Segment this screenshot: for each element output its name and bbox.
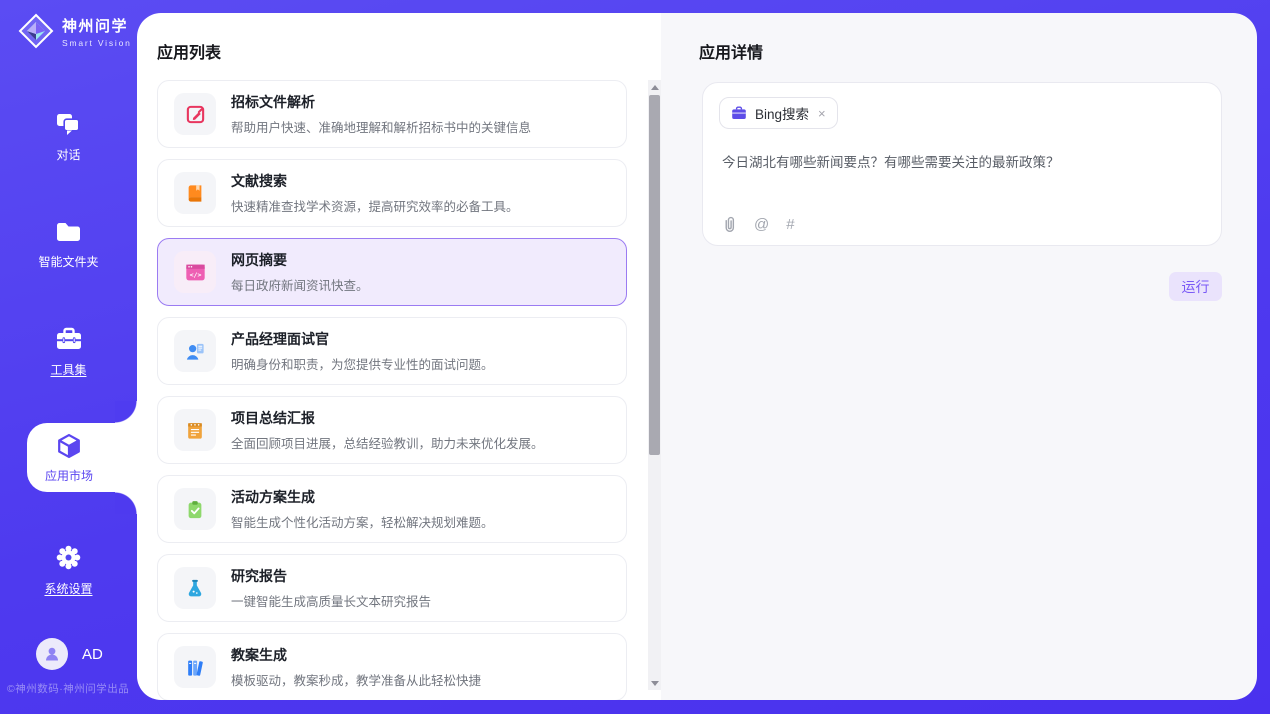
app-desc: 智能生成个性化活动方案，轻松解决规划难题。	[231, 512, 494, 531]
sidebar-item-settings[interactable]: 系统设置	[0, 544, 137, 597]
folder-icon	[55, 220, 82, 244]
tool-chip-bing-search[interactable]: Bing搜索 ×	[719, 97, 838, 129]
app-card-webpage-summary-selected[interactable]: </> 网页摘要 每日政府新闻资讯快查。	[157, 238, 627, 306]
icon-box	[174, 93, 216, 135]
app-title: 活动方案生成	[231, 487, 494, 507]
app-desc: 帮助用户快速、准确地理解和解析招标书中的关键信息	[231, 117, 531, 136]
app-card-lesson-plan[interactable]: 教案生成 模板驱动，教案秒成，教学准备从此轻松快捷	[157, 633, 627, 700]
paperclip-icon[interactable]	[722, 216, 737, 233]
icon-box	[174, 330, 216, 372]
gear-icon	[55, 544, 82, 571]
app-card-bid-document[interactable]: 招标文件解析 帮助用户快速、准确地理解和解析招标书中的关键信息	[157, 80, 627, 148]
notepad-icon	[185, 420, 205, 441]
webpage-code-icon: </>	[185, 263, 206, 282]
scrollbar-up-arrow[interactable]	[648, 80, 661, 94]
sidebar-item-label: 应用市场	[45, 467, 93, 484]
app-detail-title: 应用详情	[699, 39, 763, 63]
app-title: 教案生成	[231, 645, 481, 665]
icon-box	[174, 172, 216, 214]
scrollbar-down-arrow[interactable]	[648, 676, 661, 690]
app-card-event-plan[interactable]: 活动方案生成 智能生成个性化活动方案，轻松解决规划难题。	[157, 475, 627, 543]
app-desc: 明确身份和职责，为您提供专业性的面试问题。	[231, 354, 494, 373]
icon-box	[174, 646, 216, 688]
app-desc: 一键智能生成高质量长文本研究报告	[231, 591, 431, 610]
sidebar-item-smart-folder[interactable]: 智能文件夹	[0, 220, 137, 270]
cube-icon	[55, 432, 83, 460]
brand-title: 神州问学	[62, 15, 132, 36]
books-icon	[185, 657, 205, 678]
composer-toolbar: @ #	[722, 216, 795, 233]
content-frame: 应用列表 招标文件解析 帮助用户快速、准确地理解和解析招标书中的关键信息	[137, 13, 1257, 700]
app-title: 文献搜索	[231, 171, 519, 191]
app-desc: 全面回顾项目进展，总结经验教训，助力未来优化发展。	[231, 433, 544, 452]
app-desc: 模板驱动，教案秒成，教学准备从此轻松快捷	[231, 670, 481, 689]
app-card-project-summary[interactable]: 项目总结汇报 全面回顾项目进展，总结经验教训，助力未来优化发展。	[157, 396, 627, 464]
person-icon	[43, 645, 61, 663]
app-desc: 快速精准查找学术资源，提高研究效率的必备工具。	[231, 196, 519, 215]
app-desc: 每日政府新闻资讯快查。	[231, 275, 369, 294]
sidebar-item-toolset[interactable]: 工具集	[0, 327, 137, 378]
sidebar-item-label: 工具集	[0, 361, 137, 378]
app-list: 招标文件解析 帮助用户快速、准确地理解和解析招标书中的关键信息 文献搜索 快速精…	[157, 80, 627, 700]
brand-logo: 神州问学 Smart Vision	[18, 13, 132, 49]
app-title: 招标文件解析	[231, 92, 531, 112]
app-list-panel: 应用列表 招标文件解析 帮助用户快速、准确地理解和解析招标书中的关键信息	[137, 13, 661, 700]
icon-box	[174, 488, 216, 530]
sidebar: 神州问学 Smart Vision 对话 智能文件夹 工具集	[0, 0, 137, 700]
list-scrollbar[interactable]	[648, 80, 661, 690]
book-icon	[185, 183, 205, 204]
app-card-research-report[interactable]: 研究报告 一键智能生成高质量长文本研究报告	[157, 554, 627, 622]
brand-subtitle: Smart Vision	[62, 38, 132, 48]
sidebar-item-app-market-active[interactable]: 应用市场	[27, 423, 137, 492]
research-report-icon	[185, 578, 205, 599]
chat-icon	[55, 112, 82, 137]
interviewer-icon	[185, 341, 206, 362]
user-account[interactable]: AD	[36, 638, 103, 670]
svg-text:</>: </>	[189, 270, 201, 278]
app-title: 产品经理面试官	[231, 329, 494, 349]
sidebar-item-chat[interactable]: 对话	[0, 112, 137, 163]
app-card-pm-interviewer[interactable]: 产品经理面试官 明确身份和职责，为您提供专业性的面试问题。	[157, 317, 627, 385]
composer-card[interactable]: Bing搜索 × 今日湖北有哪些新闻要点？有哪些需要关注的最新政策？ @ #	[702, 82, 1222, 246]
sidebar-item-label: 对话	[0, 146, 137, 163]
app-title: 网页摘要	[231, 250, 369, 270]
run-button[interactable]: 运行	[1169, 272, 1222, 301]
edit-document-icon	[185, 104, 206, 125]
icon-box	[174, 409, 216, 451]
briefcase-icon	[731, 106, 747, 120]
app-title: 研究报告	[231, 566, 431, 586]
avatar	[36, 638, 68, 670]
sidebar-item-label: 智能文件夹	[0, 253, 137, 270]
clipboard-check-icon	[185, 499, 205, 520]
icon-box	[174, 567, 216, 609]
diamond-logo-icon	[18, 13, 54, 49]
sidebar-item-label: 系统设置	[0, 580, 137, 597]
toolbox-icon	[55, 327, 83, 352]
icon-box: </>	[174, 251, 216, 293]
hash-icon[interactable]: #	[786, 216, 794, 233]
tool-chip-label: Bing搜索	[755, 103, 809, 123]
chip-close-icon[interactable]: ×	[818, 106, 826, 121]
scrollbar-thumb[interactable]	[649, 95, 660, 455]
user-name: AD	[82, 646, 103, 663]
query-text[interactable]: 今日湖北有哪些新闻要点？有哪些需要关注的最新政策？	[722, 153, 1202, 173]
app-list-title: 应用列表	[157, 39, 221, 63]
app-detail-panel: 应用详情 Bing搜索 × 今日湖北有哪些新闻要点？有哪些需要关注的最新政策？ …	[661, 13, 1257, 700]
app-card-literature-search[interactable]: 文献搜索 快速精准查找学术资源，提高研究效率的必备工具。	[157, 159, 627, 227]
at-icon[interactable]: @	[754, 216, 769, 233]
app-title: 项目总结汇报	[231, 408, 544, 428]
copyright-footer: ©神州数码·神州问学出品	[7, 681, 137, 696]
